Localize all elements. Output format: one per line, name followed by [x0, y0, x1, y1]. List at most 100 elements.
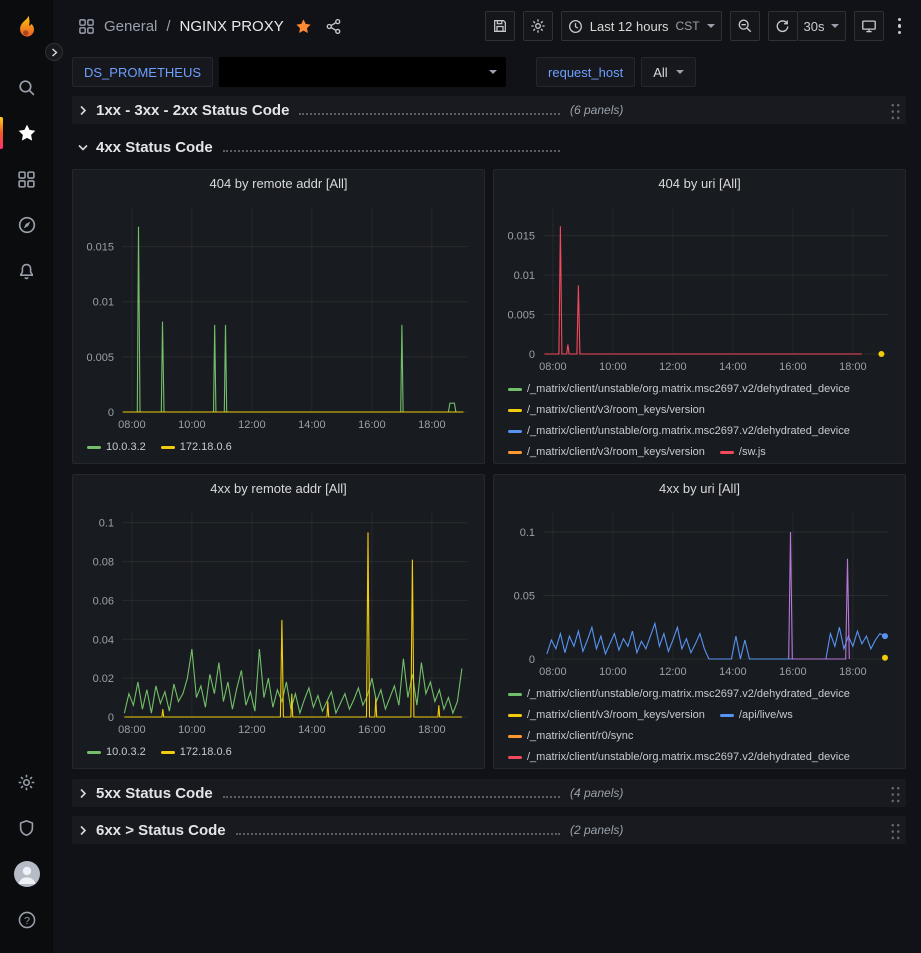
grafana-logo-icon[interactable] [10, 12, 44, 46]
legend-series-label: /_matrix/client/v3/room_keys/version [527, 442, 705, 463]
legend-series-swatch [508, 451, 522, 454]
datasource-variable-select[interactable] [219, 57, 506, 87]
row-5xx-status-code[interactable]: 5xx Status Code (4 panels) [72, 779, 906, 807]
datasource-variable-label[interactable]: DS_PROMETHEUS [72, 57, 213, 87]
timeseries-chart[interactable]: 08:0010:0012:0014:0016:0018:0000.050.1 [494, 503, 905, 681]
legend-series-swatch [508, 735, 522, 738]
sidebar-item-explore[interactable] [0, 202, 53, 248]
more-options-button[interactable] [892, 14, 908, 39]
breadcrumb-section[interactable]: General [104, 18, 157, 35]
legend-item[interactable]: /api/live/ws [720, 705, 793, 726]
legend-series-swatch [87, 751, 101, 754]
panel-404-by-remote-addr: 404 by remote addr [All] 08:00 10:00 12:00… [72, 169, 485, 464]
chevron-right-icon [51, 48, 58, 57]
legend-item[interactable]: /sw.js [720, 442, 766, 463]
chevron-down-icon [676, 70, 684, 74]
legend-series-label: /sw.js [739, 442, 766, 463]
request-host-variable-value: All [653, 65, 667, 80]
svg-text:12:00: 12:00 [659, 361, 687, 373]
legend-item[interactable]: 10.0.3.2 [87, 742, 146, 763]
save-icon [492, 18, 508, 34]
share-alt-icon [325, 18, 342, 35]
top-navbar: General / NGINX PROXY Last 12 hours CST [53, 0, 921, 52]
sidebar-item-server-admin[interactable] [0, 805, 53, 851]
svg-text:0: 0 [529, 349, 535, 361]
legend-item[interactable]: /_matrix/client/r0/sync [508, 726, 633, 747]
search-icon [17, 78, 36, 97]
save-dashboard-button[interactable] [485, 11, 515, 41]
help-icon: ? [17, 910, 37, 930]
chevron-down-icon [707, 24, 715, 28]
timeseries-chart[interactable]: 08:0010:0012:0014:0016:0018:0000.0050.01… [494, 198, 905, 376]
legend-item[interactable]: 172.18.0.6 [161, 437, 232, 458]
row-drag-handle[interactable] [889, 821, 900, 840]
request-host-variable-label[interactable]: request_host [536, 57, 635, 87]
row-drag-handle[interactable] [889, 784, 900, 803]
legend-item[interactable]: /_matrix/client/v3/room_keys/version [508, 400, 705, 421]
svg-text:08:00: 08:00 [118, 419, 146, 431]
refresh-button[interactable] [768, 11, 798, 41]
refresh-interval-dropdown[interactable]: 30s [798, 11, 846, 41]
legend-series-swatch [508, 430, 522, 433]
row-4xx-status-code[interactable]: 4xx Status Code [72, 133, 906, 161]
favorite-star-button[interactable] [293, 16, 314, 37]
sidebar-item-profile[interactable] [0, 851, 53, 897]
svg-text:12:00: 12:00 [659, 666, 687, 678]
legend-item[interactable]: /_matrix/client/unstable/org.matrix.msc2… [508, 684, 850, 705]
time-range-picker[interactable]: Last 12 hours CST [561, 11, 722, 41]
sidebar-item-help[interactable]: ? [0, 897, 53, 943]
sidebar-item-alerting[interactable] [0, 248, 53, 294]
request-host-variable-select[interactable]: All [641, 57, 695, 87]
timeseries-chart[interactable]: 08:0010:0012:0014:0016:0018:0000.0050.01… [73, 198, 484, 434]
svg-text:12:00: 12:00 [238, 419, 266, 431]
legend-series-label: /_matrix/client/unstable/org.matrix.msc2… [527, 379, 850, 400]
panel-title[interactable]: 4xx by uri [All] [494, 475, 905, 503]
breadcrumb-dashboard-title[interactable]: NGINX PROXY [180, 18, 284, 35]
timeseries-chart[interactable]: 08:0010:0012:0014:0016:0018:0000.020.040… [73, 503, 484, 739]
chevron-right-icon [78, 825, 88, 836]
svg-text:0.1: 0.1 [99, 518, 114, 530]
breadcrumb-separator: / [166, 18, 170, 35]
zoom-out-button[interactable] [730, 11, 760, 41]
legend-series-label: /_matrix/client/v3/room_keys/version [527, 400, 705, 421]
share-button[interactable] [323, 16, 344, 37]
row-title: 4xx Status Code [96, 139, 213, 156]
row-6xx-status-code[interactable]: 6xx > Status Code (2 panels) [72, 816, 906, 844]
row-1xx-3xx-2xx-status-code[interactable]: 1xx - 3xx - 2xx Status Code (6 panels) [72, 96, 906, 124]
sidebar-item-starred[interactable] [0, 110, 53, 156]
tv-mode-button[interactable] [854, 11, 884, 41]
navbar-actions: Last 12 hours CST 30s [485, 11, 907, 41]
svg-text:08:00: 08:00 [539, 666, 567, 678]
expand-sidebar-button[interactable] [45, 43, 63, 61]
svg-text:0.005: 0.005 [507, 310, 535, 322]
dashboard-settings-button[interactable] [523, 11, 553, 41]
svg-text:10:00: 10:00 [178, 419, 206, 431]
svg-text:10:00: 10:00 [599, 361, 627, 373]
legend-series-swatch [508, 409, 522, 412]
legend-item[interactable]: 10.0.3.2 [87, 437, 146, 458]
svg-text:0: 0 [108, 712, 114, 724]
legend-item[interactable]: /_matrix/client/v3/room_keys/version [508, 705, 705, 726]
sidebar-item-dashboards[interactable] [0, 156, 53, 202]
panel-title[interactable]: 4xx by remote addr [All] [73, 475, 484, 503]
legend-item[interactable]: 172.18.0.6 [161, 742, 232, 763]
sidebar-item-configuration[interactable] [0, 759, 53, 805]
panel-title[interactable]: 404 by remote addr [All] [73, 170, 484, 198]
svg-text:16:00: 16:00 [358, 419, 386, 431]
legend-item[interactable]: /_matrix/client/v3/room_keys/version [508, 442, 705, 463]
panel-title[interactable]: 404 by uri [All] [494, 170, 905, 198]
legend-item[interactable]: /_matrix/client/unstable/org.matrix.msc2… [508, 379, 850, 400]
svg-text:0.015: 0.015 [86, 242, 114, 254]
refresh-interval-label: 30s [804, 19, 825, 34]
svg-text:18:00: 18:00 [418, 419, 446, 431]
search-button[interactable] [0, 64, 53, 110]
dashboards-grid-icon [17, 170, 36, 189]
svg-text:16:00: 16:00 [779, 361, 807, 373]
row-drag-handle[interactable] [889, 101, 900, 120]
dotted-leader [236, 833, 560, 835]
legend-series-swatch [508, 388, 522, 391]
legend-item[interactable]: /_matrix/client/unstable/org.matrix.msc2… [508, 747, 850, 768]
legend-item[interactable]: /_matrix/client/unstable/org.matrix.msc2… [508, 421, 850, 442]
legend-series-swatch [87, 446, 101, 449]
apps-grid-icon [78, 18, 95, 35]
